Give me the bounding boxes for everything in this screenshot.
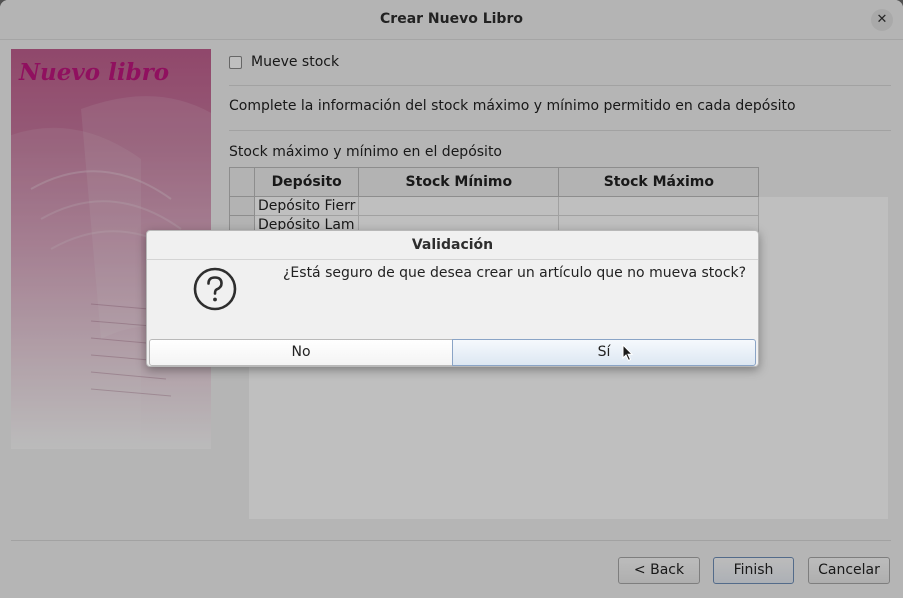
mouse-pointer-icon <box>622 344 634 362</box>
dialog-divider <box>147 259 758 260</box>
validation-dialog: Validación ¿Está seguro de que desea cre… <box>146 230 759 367</box>
dialog-title: Validación <box>411 237 494 253</box>
dialog-message: ¿Está seguro de que desea crear un artíc… <box>283 265 747 281</box>
question-icon <box>193 267 237 311</box>
yes-button[interactable]: Sí <box>452 339 756 366</box>
no-button[interactable]: No <box>149 339 453 366</box>
